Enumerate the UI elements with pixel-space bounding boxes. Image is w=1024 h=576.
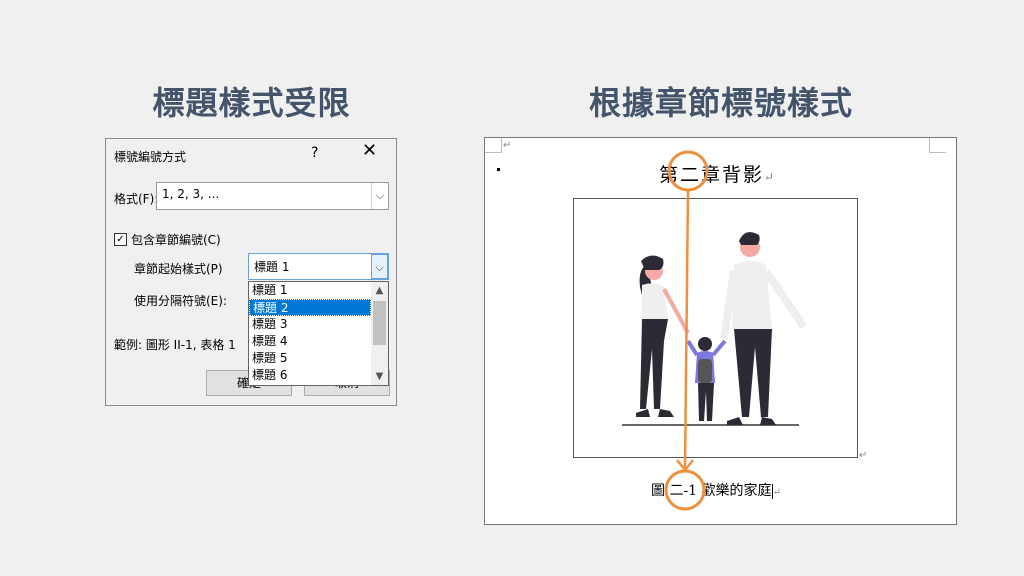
heading-style-dropdown-list[interactable]: 標題 1 標題 2 標題 3 標題 4 標題 5 標題 6 ▲ ▼ <box>248 281 389 386</box>
scroll-down-icon[interactable]: ▼ <box>371 368 388 385</box>
separator-label: 使用分隔符號(E): <box>134 294 227 308</box>
dropdown-option-selected[interactable]: 標題 2 <box>249 299 371 316</box>
figure-caption-text: 圖 二-1 歡樂的家庭 <box>651 483 772 499</box>
dropdown-option[interactable]: 標題 4 <box>249 333 371 350</box>
example-label: 範例: 圖形 II-1, 表格 1 <box>114 338 236 352</box>
include-chapter-checkbox[interactable]: ✓ <box>114 233 127 246</box>
left-heading: 標題樣式受限 <box>152 84 351 122</box>
include-chapter-label[interactable]: 包含章節編號(C) <box>131 231 221 248</box>
dropdown-option[interactable]: 標題 5 <box>249 350 371 367</box>
paragraph-mark: ↵ <box>772 487 781 498</box>
dropdown-scrollbar[interactable]: ▲ ▼ <box>371 282 388 385</box>
woman-figure <box>636 255 690 417</box>
paragraph-mark: ↵ <box>764 170 777 184</box>
list-bullet <box>497 168 500 171</box>
paragraph-mark: ↵ <box>503 140 512 151</box>
child-figure <box>686 337 727 421</box>
scroll-up-icon[interactable]: ▲ <box>371 282 388 299</box>
caption-numbering-dialog: 標號編號方式 ? ✕ 格式(F): 1, 2, 3, ... ⌵ ✓ 包含章節編… <box>105 138 397 406</box>
format-combo[interactable]: 1, 2, 3, ... ⌵ <box>156 182 389 210</box>
margin-corner-mark <box>485 138 502 153</box>
scroll-thumb[interactable] <box>373 301 386 345</box>
paragraph-mark: ↵ <box>859 450 868 461</box>
dropdown-option[interactable]: 標題 1 <box>249 282 371 299</box>
chapter-style-label: 章節起始樣式(P) <box>134 262 223 276</box>
help-button[interactable]: ? <box>311 145 318 161</box>
chapter-style-combo[interactable]: 標題 1 ⌵ <box>248 253 389 280</box>
chapter-title-text: 第二章背影 <box>659 164 765 186</box>
dialog-title: 標號編號方式 <box>114 150 187 164</box>
dropdown-option[interactable]: 標題 6 <box>249 367 371 384</box>
chevron-down-icon[interactable]: ⌵ <box>371 254 388 279</box>
right-heading: 根據章節標號樣式 <box>588 84 853 122</box>
man-figure <box>720 232 808 425</box>
close-icon[interactable]: ✕ <box>362 142 377 160</box>
family-illustration <box>573 198 858 458</box>
chapter-title: 第二章背影↵ <box>659 160 776 187</box>
figure-caption[interactable]: 圖 二-1 歡樂的家庭↵ <box>651 480 781 500</box>
chevron-down-icon[interactable]: ⌵ <box>371 183 388 209</box>
chapter-style-value: 標題 1 <box>254 260 290 274</box>
family-illustration-svg <box>622 232 808 426</box>
format-value: 1, 2, 3, ... <box>162 187 220 201</box>
document-page: ↵ 第二章背影↵ ↵ 圖 二-1 歡樂的家庭↵ <box>484 137 957 525</box>
margin-corner-mark <box>929 138 946 153</box>
dropdown-option[interactable]: 標題 3 <box>249 316 371 333</box>
format-label: 格式(F): <box>114 192 159 206</box>
